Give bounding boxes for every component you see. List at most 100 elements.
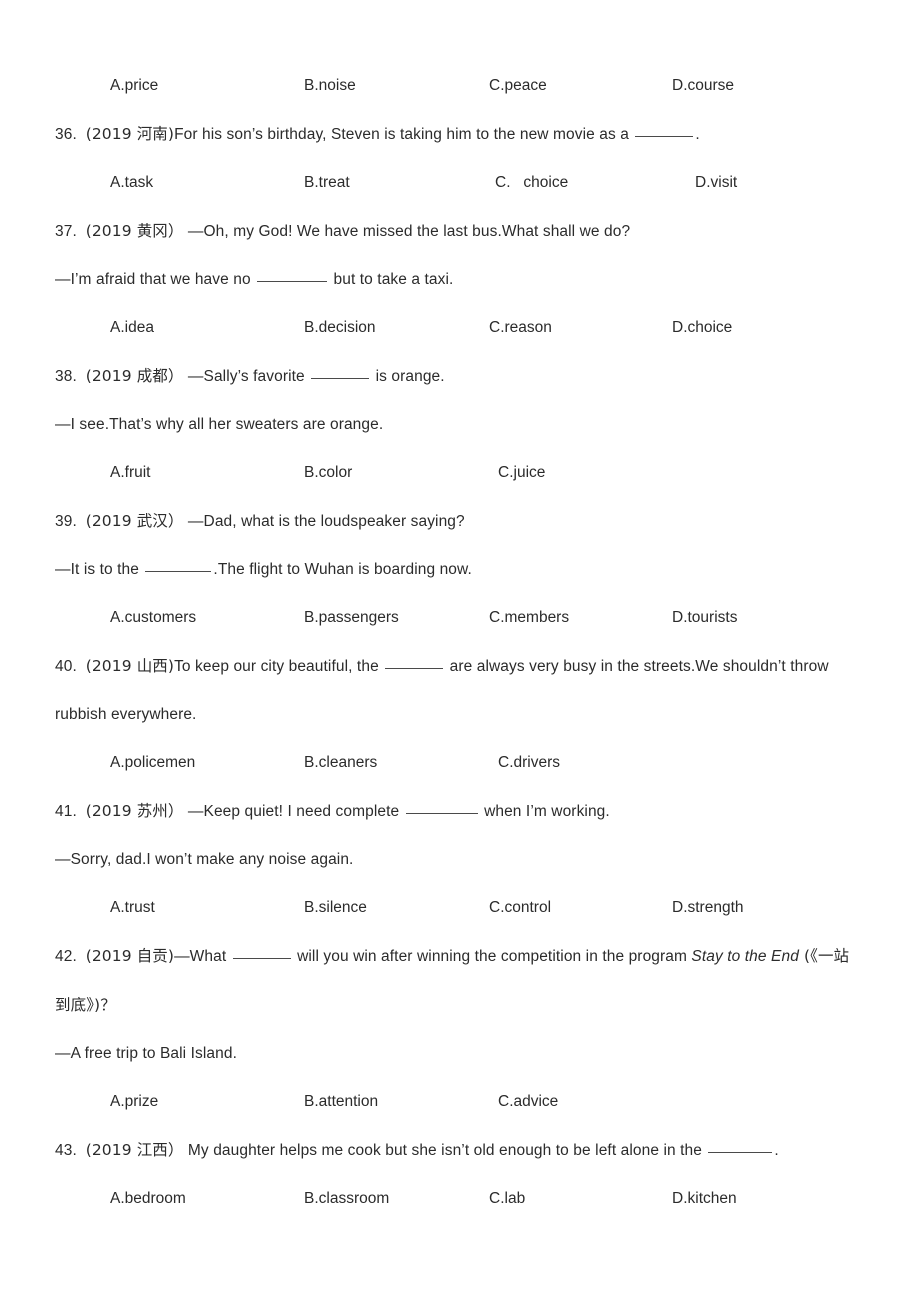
question-block: 43. (2019 江西） My daughter helps me cook …	[55, 1126, 868, 1223]
question-number-gap	[77, 368, 86, 385]
question-stem: 40. (2019 山西)To keep our city beautiful,…	[55, 642, 855, 739]
question-source-tag: (2019 河南)	[85, 125, 175, 143]
option-choice[interactable]: D.kitchen	[672, 1175, 737, 1223]
question-text-before-blank: —Keep quiet! I need complete	[183, 803, 404, 820]
dialogue-text-before-blank: —Sorry, dad.I won’t make any noise again…	[55, 851, 354, 868]
option-choice[interactable]: C.control	[489, 884, 551, 932]
option-choice[interactable]: B.decision	[304, 304, 376, 352]
dialogue-line: —A free trip to Bali Island.	[55, 1030, 855, 1078]
dialogue-text-before-blank: —A free trip to Bali Island.	[55, 1045, 237, 1062]
question-text-after-blank: .	[695, 126, 700, 143]
question-source-tag: (2019 自贡)	[85, 947, 175, 965]
options-row: A.policemen B.cleaners C.drivers	[55, 739, 868, 787]
answer-blank	[385, 655, 444, 669]
option-choice[interactable]: A.policemen	[110, 739, 195, 787]
dialogue-text-before-blank: —It is to the	[55, 561, 144, 578]
question-text-before-blank: —Dad, what is the loudspeaker saying?	[183, 513, 465, 530]
question-block: 36. (2019 河南)For his son’s birthday, Ste…	[55, 110, 868, 207]
question-stem: 37. (2019 黄冈） —Oh, my God! We have misse…	[55, 207, 855, 256]
dialogue-line: —I’m afraid that we have no but to take …	[55, 256, 855, 304]
question-text-before-blank: —What	[174, 948, 231, 965]
question-source-tag: (2019 黄冈）	[85, 222, 184, 240]
question-number-gap	[77, 948, 86, 965]
option-choice[interactable]: C.members	[489, 594, 569, 642]
option-choice[interactable]: A.prize	[110, 1078, 158, 1126]
option-choice[interactable]: C.advice	[498, 1078, 558, 1126]
answer-blank	[145, 558, 212, 572]
question-text-before-blank: —Oh, my God! We have missed the last bus…	[183, 223, 631, 240]
question-number: 42.	[55, 948, 77, 965]
program-title: Stay to the End	[691, 948, 799, 965]
question-source-tag: (2019 武汉）	[85, 512, 184, 530]
question-number-gap	[77, 126, 86, 143]
worksheet-page: A.price B.noise C.peace D.course 36. (2019 河…	[0, 0, 920, 1302]
dialogue-line: —I see.That’s why all her sweaters are o…	[55, 401, 855, 449]
option-choice[interactable]: B.passengers	[304, 594, 399, 642]
dialogue-text-after-blank: but to take a taxi.	[329, 271, 454, 288]
option-choice[interactable]: B.cleaners	[304, 739, 377, 787]
question-stem: 39. (2019 武汉） —Dad, what is the loudspea…	[55, 497, 855, 546]
question-text-after-blank: when I’m working.	[479, 803, 610, 820]
option-choice[interactable]: C.peace	[489, 62, 547, 110]
option-choice[interactable]: A.trust	[110, 884, 155, 932]
dialogue-text-after-blank: .The flight to Wuhan is boarding now.	[213, 561, 472, 578]
question-number-gap	[77, 803, 86, 820]
question-number-gap	[77, 658, 86, 675]
options-row: A.task B.treat C. choice D.visit	[55, 159, 868, 207]
option-choice[interactable]: D.tourists	[672, 594, 737, 642]
question-stem: 36. (2019 河南)For his son’s birthday, Ste…	[55, 110, 855, 159]
option-choice[interactable]: D.choice	[672, 304, 732, 352]
question-stem: 43. (2019 江西） My daughter helps me cook …	[55, 1126, 855, 1175]
question-block: 38. (2019 成都） —Sally’s favorite is orang…	[55, 352, 868, 497]
option-choice[interactable]: A.fruit	[110, 449, 150, 497]
question-number: 39.	[55, 513, 77, 530]
option-choice[interactable]: B.treat	[304, 159, 350, 207]
answer-blank	[635, 123, 694, 137]
worksheet-content: A.price B.noise C.peace D.course 36. (2019 河…	[55, 62, 868, 1223]
question-number-gap	[77, 223, 86, 240]
option-choice[interactable]: A.price	[110, 62, 158, 110]
question-source-tag: (2019 山西)	[85, 657, 175, 675]
question-stem: 42. (2019 自贡)—What will you win after wi…	[55, 932, 855, 1030]
option-choice[interactable]: C.reason	[489, 304, 552, 352]
options-row: A.fruit B.color C.juice	[55, 449, 868, 497]
option-choice[interactable]: B.noise	[304, 62, 356, 110]
question-block: 41. (2019 苏州） —Keep quiet! I need comple…	[55, 787, 868, 932]
question-block: 40. (2019 山西)To keep our city beautiful,…	[55, 642, 868, 787]
option-choice[interactable]: B.attention	[304, 1078, 378, 1126]
answer-blank	[257, 268, 328, 282]
option-choice[interactable]: A.customers	[110, 594, 196, 642]
options-row: A.prize B.attention C.advice	[55, 1078, 868, 1126]
dialogue-line: —Sorry, dad.I won’t make any noise again…	[55, 836, 855, 884]
option-choice[interactable]: D.visit	[695, 159, 737, 207]
question-text-after-blank: is orange.	[371, 368, 445, 385]
option-choice[interactable]: B.silence	[304, 884, 367, 932]
option-choice[interactable]: D.strength	[672, 884, 744, 932]
options-row: A.trust B.silence C.control D.strength	[55, 884, 868, 932]
option-choice[interactable]: B.classroom	[304, 1175, 389, 1223]
question-text-before-blank: For his son’s birthday, Steven is taking…	[174, 126, 634, 143]
option-choice[interactable]: A.bedroom	[110, 1175, 186, 1223]
option-choice[interactable]: B.color	[304, 449, 352, 497]
question-number: 36.	[55, 126, 77, 143]
option-choice[interactable]: C.lab	[489, 1175, 525, 1223]
option-choice[interactable]: C.drivers	[498, 739, 560, 787]
question-block: 42. (2019 自贡)—What will you win after wi…	[55, 932, 868, 1126]
question-number: 37.	[55, 223, 77, 240]
answer-blank	[232, 945, 291, 959]
question-text-before-blank: —Sally’s favorite	[183, 368, 310, 385]
dialogue-line: —It is to the .The flight to Wuhan is bo…	[55, 546, 855, 594]
options-row: A.idea B.decision C.reason D.choice	[55, 304, 868, 352]
question-number-gap	[77, 513, 86, 530]
option-choice[interactable]: A.task	[110, 159, 153, 207]
question-source-tag: (2019 江西）	[85, 1141, 184, 1159]
question-text-after-blank: will you win after winning the competiti…	[292, 948, 692, 965]
option-choice[interactable]: D.course	[672, 62, 734, 110]
option-choice[interactable]: A.idea	[110, 304, 154, 352]
answer-blank	[311, 365, 370, 379]
option-choice[interactable]: C.juice	[498, 449, 545, 497]
question-number-gap	[77, 1142, 86, 1159]
dialogue-text-before-blank: —I’m afraid that we have no	[55, 271, 256, 288]
option-choice[interactable]: C. choice	[495, 159, 568, 207]
question-number: 38.	[55, 368, 77, 385]
